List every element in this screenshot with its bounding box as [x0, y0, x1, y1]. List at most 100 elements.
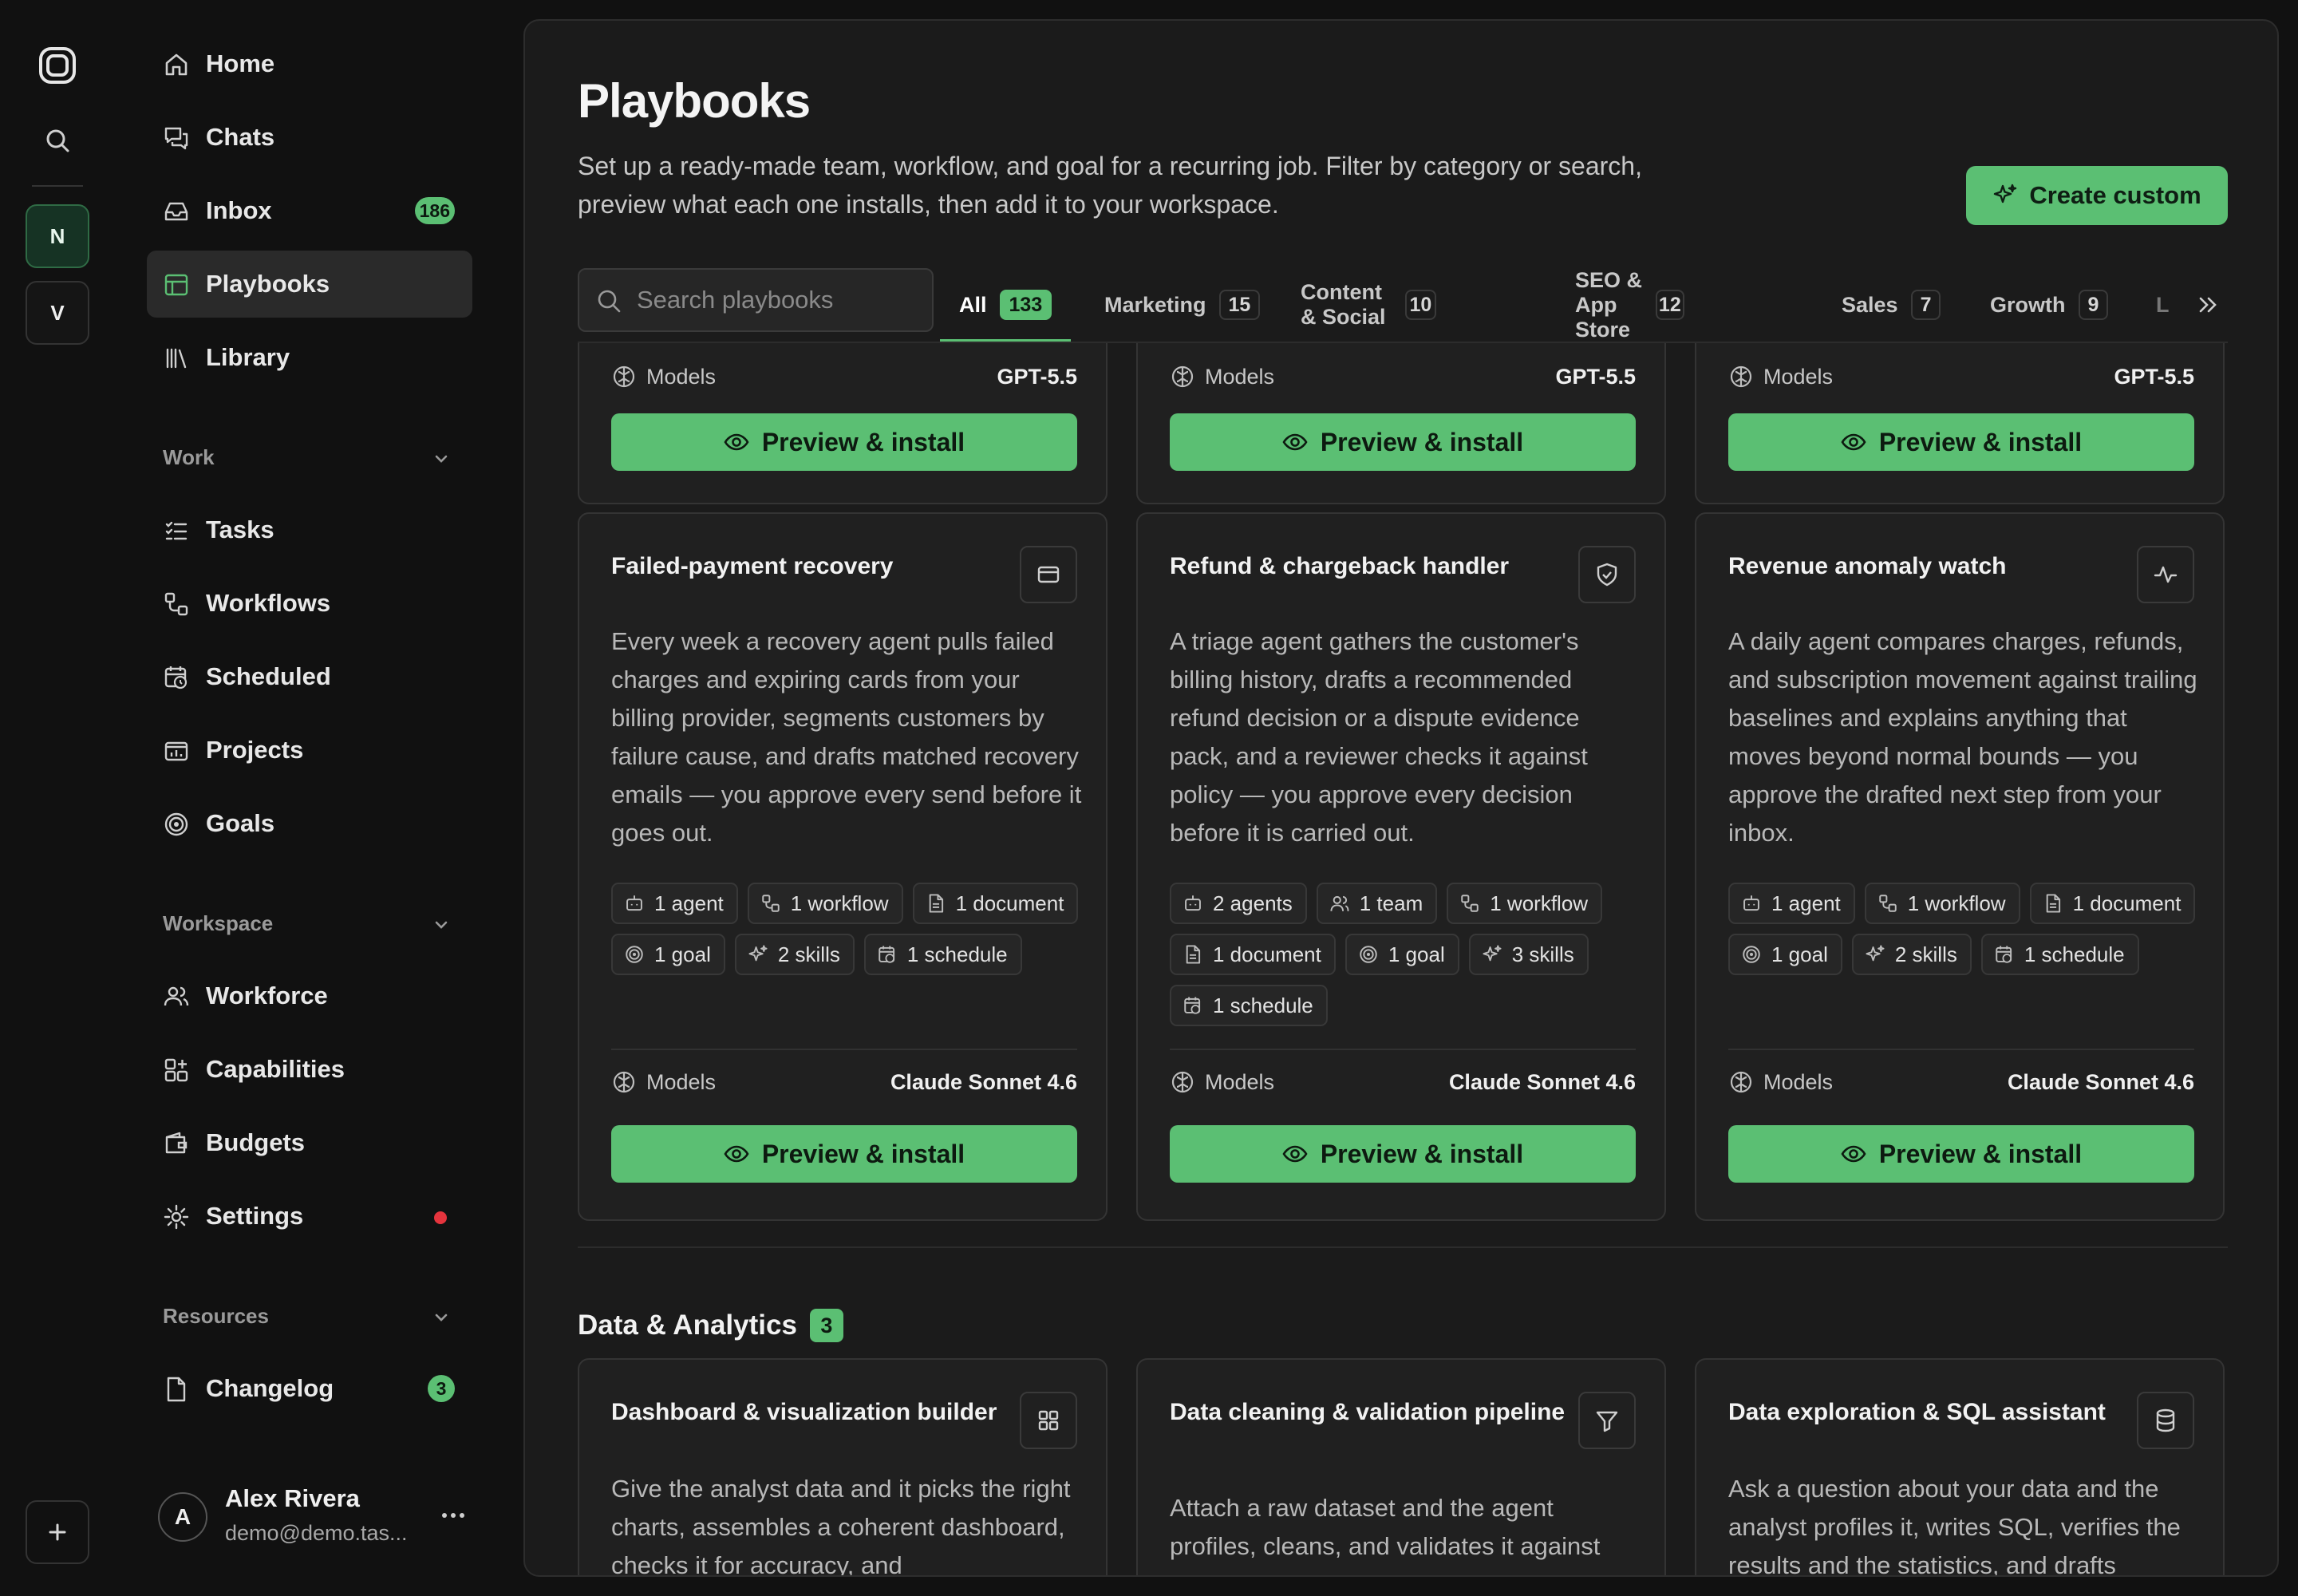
playbook-icon — [163, 271, 190, 298]
settings-alert-dot — [434, 1211, 447, 1224]
sidebar-item-inbox[interactable]: Inbox 186 — [147, 177, 472, 244]
sidebar-item-workflows[interactable]: Workflows — [147, 570, 472, 637]
projects-icon — [163, 737, 190, 764]
button-label: Preview & install — [1878, 1139, 2083, 1168]
card-description: Give the analyst data and it picks the r… — [611, 1475, 1071, 1577]
section-label: Resources — [163, 1304, 269, 1328]
sidebar-item-goals[interactable]: Goals — [147, 790, 472, 857]
playbook-card[interactable]: Revenue anomaly watch A daily agent comp… — [1695, 512, 2225, 1221]
tab-count: 133 — [999, 290, 1052, 320]
chip-label: 1 goal — [654, 942, 711, 966]
sidebar-item-label: Settings — [206, 1202, 304, 1230]
create-custom-button[interactable]: Create custom — [1966, 166, 2228, 225]
section-header-resources[interactable]: Resources — [163, 1304, 448, 1329]
section-header-data-analytics: Data & Analytics 3 — [578, 1309, 843, 1342]
chevrons-right-icon[interactable] — [2193, 289, 2225, 321]
playbook-card[interactable]: Refund & chargeback handler A triage age… — [1136, 512, 1666, 1221]
calendar-clock-icon — [879, 946, 894, 963]
sidebar-item-playbooks[interactable]: Playbooks — [147, 251, 472, 318]
models-row: Models Claude Sonnet 4.6 — [1728, 1066, 2194, 1098]
model-name: Claude Sonnet 4.6 — [890, 1070, 1077, 1094]
pulse-icon — [2154, 566, 2178, 583]
resource-chips: 1 agent 1 workflow 1 document 1 goal 2 skill… — [611, 883, 1090, 975]
chip-label: 2 agents — [1213, 891, 1293, 915]
preview-install-button[interactable]: Preview & install — [611, 1125, 1077, 1183]
sidebar-item-label: Chats — [206, 123, 275, 151]
card-description: Ask a question about your data and the a… — [1728, 1475, 2181, 1577]
preview-install-button[interactable]: Preview & install — [1728, 413, 2194, 471]
models-row: Models GPT-5.5 — [1170, 361, 1636, 393]
main-panel: Playbooks Set up a ready-made team, work… — [523, 19, 2279, 1577]
workflow-icon — [1461, 895, 1479, 912]
workspace-switch-v[interactable]: V — [26, 281, 89, 345]
card-icon — [1578, 546, 1636, 603]
app-logo-icon[interactable] — [37, 45, 78, 86]
search-input[interactable] — [635, 270, 922, 330]
chip-label: 1 schedule — [2024, 942, 2125, 966]
sidebar-item-capabilities[interactable]: Capabilities — [147, 1036, 472, 1103]
tab-overflow[interactable]: L — [2156, 268, 2170, 342]
preview-install-button[interactable]: Preview & install — [1728, 1125, 2194, 1183]
sidebar-item-tasks[interactable]: Tasks — [147, 496, 472, 563]
more-options-icon[interactable] — [437, 1503, 469, 1527]
models-label: Models — [1763, 365, 1834, 389]
preview-install-button[interactable]: Preview & install — [1170, 1125, 1636, 1183]
section-label: Work — [163, 445, 215, 469]
sidebar-item-library[interactable]: Library — [147, 324, 472, 391]
tab-seo-app-store[interactable]: SEO & App Store 12 — [1575, 268, 1684, 342]
workspace-switch-n[interactable]: N — [26, 204, 89, 268]
resource-chip: 1 workflow — [1447, 883, 1603, 924]
section-count-badge: 3 — [809, 1309, 843, 1342]
sparkle-icon — [1866, 945, 1885, 962]
sidebar-item-label: Home — [206, 49, 275, 77]
resource-chip: 1 document — [1170, 934, 1336, 975]
playbook-card[interactable]: Dashboard & visualization builder Give t… — [578, 1358, 1108, 1577]
models-label: Models — [1205, 365, 1275, 389]
tab-count: 7 — [1910, 290, 1941, 320]
tab-content-social[interactable]: Content & Social 10 — [1301, 268, 1436, 342]
card-description: Every week a recovery agent pulls failed… — [611, 627, 1082, 847]
sidebar-item-chats[interactable]: Chats — [147, 104, 472, 171]
card-icon — [1578, 1392, 1636, 1449]
sidebar-item-scheduled[interactable]: Scheduled — [147, 643, 472, 710]
chip-label: 1 team — [1359, 891, 1423, 915]
search-playbooks[interactable] — [578, 268, 934, 332]
playbook-card[interactable]: Failed-payment recovery Every week a rec… — [578, 512, 1108, 1221]
resource-chip: 2 agents — [1170, 883, 1307, 924]
sidebar-item-label: Inbox — [206, 196, 272, 224]
sidebar-item-home[interactable]: Home — [147, 30, 472, 97]
sparkle-icon — [748, 945, 768, 962]
preview-install-button[interactable]: Preview & install — [1170, 413, 1636, 471]
brain-icon — [1730, 1071, 1752, 1093]
create-custom-label: Create custom — [2029, 181, 2201, 209]
tab-sales[interactable]: Sales 7 — [1842, 268, 1941, 342]
user-profile[interactable]: A Alex Rivera demo@demo.tas... — [158, 1484, 477, 1564]
home-icon — [163, 51, 190, 78]
sidebar-item-settings[interactable]: Settings — [147, 1183, 472, 1250]
search-icon[interactable] — [43, 126, 72, 155]
card-title: Data cleaning & validation pipeline — [1170, 1399, 1566, 1425]
playbook-card[interactable]: Data cleaning & validation pipeline Atta… — [1136, 1358, 1666, 1575]
section-divider — [578, 1246, 2228, 1248]
tab-all[interactable]: All 133 — [939, 268, 1072, 342]
playbook-card[interactable]: Data exploration & SQL assistant Ask a q… — [1695, 1358, 2225, 1577]
resource-chips: 1 agent 1 workflow 1 document 1 goal 2 skill… — [1728, 883, 2207, 975]
sidebar-item-budgets[interactable]: Budgets — [147, 1109, 472, 1176]
sidebar-item-label: Playbooks — [206, 270, 330, 298]
sidebar-item-projects[interactable]: Projects — [147, 717, 472, 784]
section-header-work[interactable]: Work — [163, 445, 448, 470]
tab-marketing[interactable]: Marketing 15 — [1104, 268, 1261, 342]
eye-icon — [724, 433, 749, 451]
sidebar-item-workforce[interactable]: Workforce — [147, 962, 472, 1029]
bot-icon — [1185, 895, 1201, 911]
tab-growth[interactable]: Growth 9 — [1990, 268, 2109, 342]
resource-chip: 1 document — [2029, 883, 2196, 924]
add-workspace-button[interactable] — [26, 1500, 89, 1564]
target-icon — [1743, 946, 1760, 963]
brain-icon — [613, 1071, 635, 1093]
preview-install-button[interactable]: Preview & install — [611, 413, 1077, 471]
sidebar-item-changelog[interactable]: Changelog 3 — [147, 1355, 472, 1422]
section-header-workspace[interactable]: Workspace — [163, 911, 448, 936]
tab-label: Growth — [1990, 292, 2066, 317]
chat-icon — [163, 124, 190, 152]
